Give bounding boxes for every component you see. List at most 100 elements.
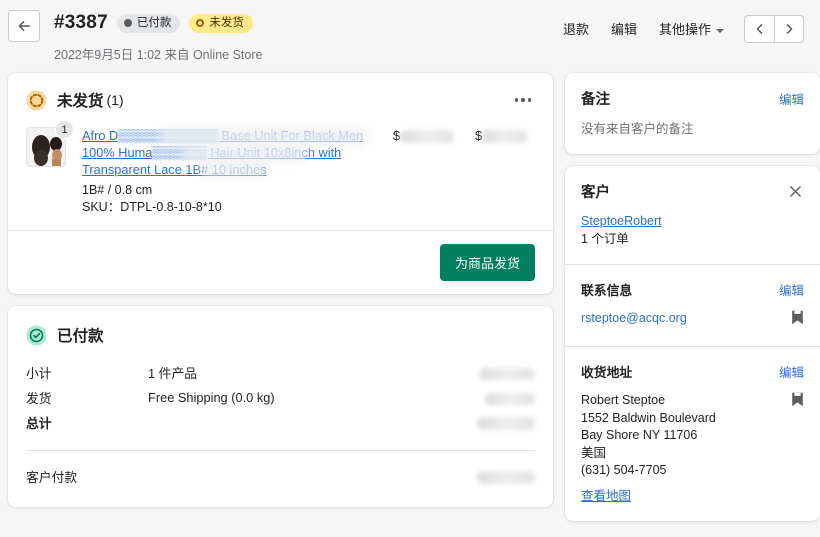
total-amount (453, 415, 535, 431)
payment-header: 已付款 (8, 306, 553, 360)
customer-email-link[interactable]: rsteptoe@acqc.org (581, 311, 687, 325)
chevron-left-icon (756, 23, 762, 34)
customer-name-link[interactable]: SteptoeRobert (581, 214, 662, 228)
line-item-total-currency: $ (475, 128, 483, 143)
shipping-amount (453, 390, 535, 405)
notes-empty-text: 没有来自客户的备注 (581, 122, 694, 136)
shipping-address-lines: Robert Steptoe 1552 Baldwin Boulevard Ba… (581, 392, 783, 505)
header-left: #3387 已付款 未发货 2022年9月5日 1:02 来自 Online S… (8, 8, 552, 63)
customer-paid-amount (453, 469, 535, 485)
previous-order-button[interactable] (744, 14, 774, 43)
copy-icon (792, 310, 803, 325)
customer-section: 客户 SteptoeRobert 1 个订单 (565, 166, 820, 264)
status-badge-unfulfilled: 未发货 (189, 13, 253, 33)
header-actions: 退款 编辑 其他操作 (552, 8, 804, 43)
more-actions-label: 其他操作 (658, 22, 711, 37)
contact-email-wrap: rsteptoe@acqc.org (581, 310, 783, 328)
ellipsis-icon (521, 98, 525, 102)
check-circle-icon (26, 324, 47, 346)
shipping-address-row: Robert Steptoe 1552 Baldwin Boulevard Ba… (581, 392, 804, 505)
page-title: #3387 (54, 12, 108, 33)
line-item-thumbnail-wrap: 1 (26, 120, 74, 216)
payment-status-title: 已付款 (57, 328, 104, 345)
shipping-address-edit-link[interactable]: 编辑 (779, 362, 804, 381)
redacted-value (479, 367, 535, 380)
fulfillment-card: 未发货 (1) 1 Afro D▒▒▒▒▒▒▒▒▒▒▒ Base Unit Fo… (8, 73, 553, 294)
line-item-sku: SKU：DTPL-0.8-10-8*10 (82, 200, 222, 214)
shipping-address-section: 收货地址 编辑 Robert Steptoe 1552 Baldwin Boul… (565, 347, 820, 521)
next-order-button[interactable] (774, 14, 804, 43)
redacted-value (477, 417, 535, 431)
subtotal-amount (453, 365, 535, 380)
order-date-source: 2022年9月5日 1:02 来自 Online Store (54, 48, 263, 62)
ellipsis-icon (514, 98, 518, 102)
order-pager (744, 14, 804, 43)
contact-edit-link[interactable]: 编辑 (779, 280, 804, 299)
page-content: 未发货 (1) 1 Afro D▒▒▒▒▒▒▒▒▒▒▒ Base Unit Fo… (0, 63, 820, 533)
address-line: 美国 (581, 445, 607, 460)
customer-header: 客户 (581, 181, 804, 202)
status-badge-paid: 已付款 (116, 13, 181, 33)
status-badge-unfulfilled-label: 未发货 (209, 16, 244, 29)
notes-title: 备注 (581, 92, 610, 108)
notes-section: 备注 编辑 没有来自客户的备注 (565, 73, 820, 154)
notes-card: 备注 编辑 没有来自客户的备注 (565, 73, 820, 154)
customer-paid-label: 客户付款 (26, 470, 78, 485)
title-row: #3387 已付款 未发货 (54, 8, 262, 38)
fulfillment-header: 未发货 (1) (8, 73, 553, 123)
fulfill-items-button[interactable]: 为商品发货 (439, 244, 535, 281)
status-badge-paid-label: 已付款 (136, 16, 172, 29)
customer-card: 客户 SteptoeRobert 1 个订单 联系信息 编辑 rsteptoe@… (565, 166, 820, 521)
back-button[interactable] (8, 10, 40, 42)
customer-close-button[interactable] (787, 183, 804, 200)
shipping-address-header: 收货地址 编辑 (581, 362, 804, 381)
customer-payment-row: 客户付款 (8, 451, 553, 507)
header-titles: #3387 已付款 未发货 2022年9月5日 1:02 来自 Online S… (54, 8, 262, 63)
view-map-link[interactable]: 查看地图 (581, 489, 631, 503)
redacted-value (482, 130, 528, 144)
chevron-down-icon (716, 28, 724, 33)
subtotal-label: 小计 (26, 366, 52, 381)
customer-order-count: 1 个订单 (581, 231, 629, 246)
page-header: #3387 已付款 未发货 2022年9月5日 1:02 来自 Online S… (0, 0, 820, 63)
line-item-title-link[interactable]: Afro D▒▒▒▒▒▒▒▒▒▒▒ Base Unit For Black Me… (82, 127, 382, 178)
total-label: 总计 (26, 416, 52, 431)
contact-section: 联系信息 编辑 rsteptoe@acqc.org (565, 265, 820, 346)
copy-email-button[interactable] (791, 310, 804, 330)
notes-header: 备注 编辑 (581, 88, 804, 109)
status-ring-dot-icon (196, 18, 205, 27)
more-actions-button[interactable]: 其他操作 (648, 14, 735, 43)
shipping-address-title: 收货地址 (581, 365, 633, 380)
fulfillment-item-count: (1) (106, 92, 124, 108)
payment-row-shipping: 发货 Free Shipping (0.0 kg) (26, 385, 535, 410)
notes-edit-link[interactable]: 编辑 (779, 89, 804, 108)
dashed-circle-icon (26, 89, 47, 111)
payment-rows: 小计 1 件产品 发货 Free Shipping (0.0 kg) 总计 (8, 360, 553, 441)
redacted-value (477, 471, 535, 485)
order-detail-page: #3387 已付款 未发货 2022年9月5日 1:02 来自 Online S… (0, 0, 820, 537)
fulfillment-status-title: 未发货 (57, 93, 104, 110)
fulfillment-actions: 为商品发货 (8, 231, 553, 294)
shipping-detail: Free Shipping (0.0 kg) (148, 390, 275, 405)
ellipsis-icon (527, 98, 531, 102)
contact-header: 联系信息 编辑 (581, 280, 804, 299)
view-map-wrap: 查看地图 (581, 488, 783, 506)
copy-address-button[interactable] (791, 392, 804, 412)
address-line: (631) 504-7705 (581, 463, 667, 477)
customer-title: 客户 (581, 185, 610, 201)
chevron-right-icon (786, 23, 793, 34)
main-column: 未发货 (1) 1 Afro D▒▒▒▒▒▒▒▒▒▒▒ Base Unit Fo… (8, 73, 553, 519)
edit-button[interactable]: 编辑 (600, 14, 648, 43)
customer-paid-row: 客户付款 (26, 464, 535, 489)
status-dot-icon (123, 18, 132, 27)
refund-button[interactable]: 退款 (552, 14, 600, 43)
copy-icon (792, 392, 803, 407)
payment-row-subtotal: 小计 1 件产品 (26, 360, 535, 385)
payment-row-total: 总计 (26, 410, 535, 435)
fulfillment-more-menu-button[interactable] (511, 92, 536, 108)
line-item-unit-price: $ (393, 127, 475, 216)
redacted-value (485, 392, 535, 405)
shipping-label: 发货 (26, 391, 52, 406)
line-item-quantity-badge: 1 (55, 120, 74, 139)
line-item: 1 Afro D▒▒▒▒▒▒▒▒▒▒▒ Base Unit For Black … (8, 120, 553, 230)
